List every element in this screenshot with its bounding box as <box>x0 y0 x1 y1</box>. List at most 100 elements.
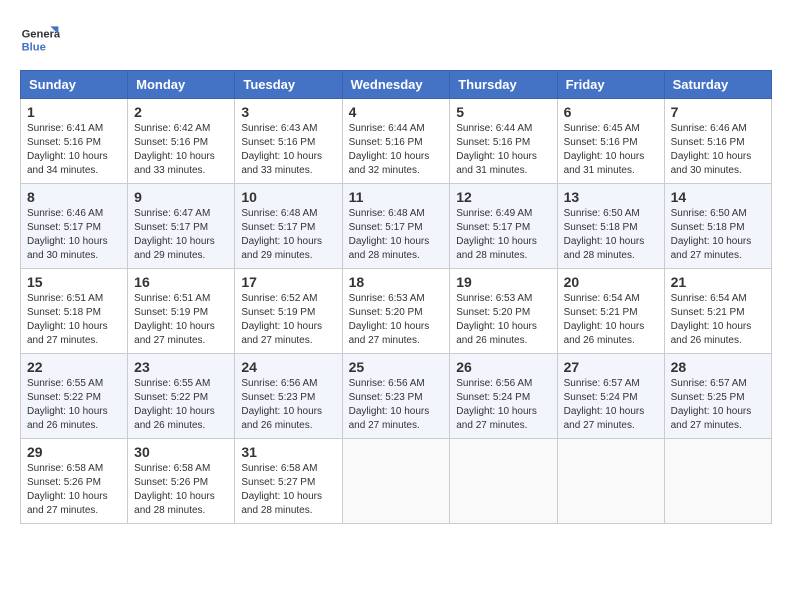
day-number: 31 <box>241 444 335 460</box>
day-number: 14 <box>671 189 765 205</box>
day-info: Sunrise: 6:50 AM Sunset: 5:18 PM Dayligh… <box>671 207 765 263</box>
day-number: 9 <box>134 189 228 205</box>
day-number: 6 <box>564 104 658 120</box>
column-header-saturday: Saturday <box>664 71 771 99</box>
day-info: Sunrise: 6:44 AM Sunset: 5:16 PM Dayligh… <box>456 122 550 178</box>
day-info: Sunrise: 6:47 AM Sunset: 5:17 PM Dayligh… <box>134 207 228 263</box>
calendar-week-row: 29 Sunrise: 6:58 AM Sunset: 5:26 PM Dayli… <box>21 439 772 524</box>
day-number: 17 <box>241 274 335 290</box>
calendar-cell: 19 Sunrise: 6:53 AM Sunset: 5:20 PM Dayli… <box>450 269 557 354</box>
day-info: Sunrise: 6:51 AM Sunset: 5:18 PM Dayligh… <box>27 292 121 348</box>
day-info: Sunrise: 6:43 AM Sunset: 5:16 PM Dayligh… <box>241 122 335 178</box>
day-info: Sunrise: 6:50 AM Sunset: 5:18 PM Dayligh… <box>564 207 658 263</box>
calendar-cell: 21 Sunrise: 6:54 AM Sunset: 5:21 PM Dayli… <box>664 269 771 354</box>
calendar-week-row: 8 Sunrise: 6:46 AM Sunset: 5:17 PM Daylig… <box>21 184 772 269</box>
calendar-cell: 18 Sunrise: 6:53 AM Sunset: 5:20 PM Dayli… <box>342 269 450 354</box>
day-info: Sunrise: 6:52 AM Sunset: 5:19 PM Dayligh… <box>241 292 335 348</box>
day-info: Sunrise: 6:53 AM Sunset: 5:20 PM Dayligh… <box>349 292 444 348</box>
calendar-cell: 16 Sunrise: 6:51 AM Sunset: 5:19 PM Dayli… <box>128 269 235 354</box>
day-number: 3 <box>241 104 335 120</box>
day-info: Sunrise: 6:41 AM Sunset: 5:16 PM Dayligh… <box>27 122 121 178</box>
calendar-cell: 26 Sunrise: 6:56 AM Sunset: 5:24 PM Dayli… <box>450 354 557 439</box>
day-number: 13 <box>564 189 658 205</box>
day-info: Sunrise: 6:44 AM Sunset: 5:16 PM Dayligh… <box>349 122 444 178</box>
calendar-week-row: 15 Sunrise: 6:51 AM Sunset: 5:18 PM Dayli… <box>21 269 772 354</box>
calendar-cell: 4 Sunrise: 6:44 AM Sunset: 5:16 PM Daylig… <box>342 99 450 184</box>
day-number: 16 <box>134 274 228 290</box>
day-info: Sunrise: 6:58 AM Sunset: 5:26 PM Dayligh… <box>134 462 228 518</box>
day-info: Sunrise: 6:55 AM Sunset: 5:22 PM Dayligh… <box>27 377 121 433</box>
day-info: Sunrise: 6:42 AM Sunset: 5:16 PM Dayligh… <box>134 122 228 178</box>
calendar-cell <box>342 439 450 524</box>
column-header-thursday: Thursday <box>450 71 557 99</box>
calendar-cell: 30 Sunrise: 6:58 AM Sunset: 5:26 PM Dayli… <box>128 439 235 524</box>
calendar-cell: 15 Sunrise: 6:51 AM Sunset: 5:18 PM Dayli… <box>21 269 128 354</box>
day-info: Sunrise: 6:54 AM Sunset: 5:21 PM Dayligh… <box>564 292 658 348</box>
day-number: 22 <box>27 359 121 375</box>
day-info: Sunrise: 6:58 AM Sunset: 5:27 PM Dayligh… <box>241 462 335 518</box>
day-info: Sunrise: 6:57 AM Sunset: 5:25 PM Dayligh… <box>671 377 765 433</box>
day-number: 1 <box>27 104 121 120</box>
svg-text:Blue: Blue <box>22 41 46 53</box>
day-number: 7 <box>671 104 765 120</box>
day-info: Sunrise: 6:51 AM Sunset: 5:19 PM Dayligh… <box>134 292 228 348</box>
day-info: Sunrise: 6:57 AM Sunset: 5:24 PM Dayligh… <box>564 377 658 433</box>
day-number: 19 <box>456 274 550 290</box>
calendar-cell: 28 Sunrise: 6:57 AM Sunset: 5:25 PM Dayli… <box>664 354 771 439</box>
day-number: 10 <box>241 189 335 205</box>
calendar-cell: 17 Sunrise: 6:52 AM Sunset: 5:19 PM Dayli… <box>235 269 342 354</box>
calendar-cell: 3 Sunrise: 6:43 AM Sunset: 5:16 PM Daylig… <box>235 99 342 184</box>
calendar-cell: 10 Sunrise: 6:48 AM Sunset: 5:17 PM Dayli… <box>235 184 342 269</box>
calendar-cell: 27Sunrise: 6:57 AM Sunset: 5:24 PM Dayli… <box>557 354 664 439</box>
logo-icon: General Blue <box>20 20 60 60</box>
logo: General Blue <box>20 20 60 60</box>
calendar-cell: 13 Sunrise: 6:50 AM Sunset: 5:18 PM Dayli… <box>557 184 664 269</box>
calendar-cell: 20Sunrise: 6:54 AM Sunset: 5:21 PM Dayli… <box>557 269 664 354</box>
calendar-cell: 8 Sunrise: 6:46 AM Sunset: 5:17 PM Daylig… <box>21 184 128 269</box>
day-number: 21 <box>671 274 765 290</box>
day-number: 15 <box>27 274 121 290</box>
calendar-cell <box>664 439 771 524</box>
day-number: 4 <box>349 104 444 120</box>
day-number: 28 <box>671 359 765 375</box>
calendar-cell <box>450 439 557 524</box>
calendar-cell: 12Sunrise: 6:49 AM Sunset: 5:17 PM Dayli… <box>450 184 557 269</box>
calendar-cell: 2 Sunrise: 6:42 AM Sunset: 5:16 PM Daylig… <box>128 99 235 184</box>
calendar-cell: 29 Sunrise: 6:58 AM Sunset: 5:26 PM Dayli… <box>21 439 128 524</box>
day-info: Sunrise: 6:48 AM Sunset: 5:17 PM Dayligh… <box>349 207 444 263</box>
day-info: Sunrise: 6:48 AM Sunset: 5:17 PM Dayligh… <box>241 207 335 263</box>
day-info: Sunrise: 6:56 AM Sunset: 5:24 PM Dayligh… <box>456 377 550 433</box>
day-info: Sunrise: 6:46 AM Sunset: 5:17 PM Dayligh… <box>27 207 121 263</box>
day-info: Sunrise: 6:53 AM Sunset: 5:20 PM Dayligh… <box>456 292 550 348</box>
day-number: 11 <box>349 189 444 205</box>
calendar-cell: 6Sunrise: 6:45 AM Sunset: 5:16 PM Daylig… <box>557 99 664 184</box>
day-number: 8 <box>27 189 121 205</box>
day-number: 23 <box>134 359 228 375</box>
calendar-cell: 31 Sunrise: 6:58 AM Sunset: 5:27 PM Dayli… <box>235 439 342 524</box>
day-number: 29 <box>27 444 121 460</box>
day-info: Sunrise: 6:49 AM Sunset: 5:17 PM Dayligh… <box>456 207 550 263</box>
day-number: 26 <box>456 359 550 375</box>
calendar-cell: 9 Sunrise: 6:47 AM Sunset: 5:17 PM Daylig… <box>128 184 235 269</box>
day-info: Sunrise: 6:58 AM Sunset: 5:26 PM Dayligh… <box>27 462 121 518</box>
calendar-week-row: 22 Sunrise: 6:55 AM Sunset: 5:22 PM Dayli… <box>21 354 772 439</box>
calendar-cell: 7Sunrise: 6:46 AM Sunset: 5:16 PM Daylig… <box>664 99 771 184</box>
calendar-cell: 1 Sunrise: 6:41 AM Sunset: 5:16 PM Daylig… <box>21 99 128 184</box>
svg-text:General: General <box>22 29 60 41</box>
column-header-monday: Monday <box>128 71 235 99</box>
day-number: 25 <box>349 359 444 375</box>
calendar-cell: 23Sunrise: 6:55 AM Sunset: 5:22 PM Dayli… <box>128 354 235 439</box>
day-number: 18 <box>349 274 444 290</box>
day-info: Sunrise: 6:56 AM Sunset: 5:23 PM Dayligh… <box>241 377 335 433</box>
day-number: 2 <box>134 104 228 120</box>
column-header-sunday: Sunday <box>21 71 128 99</box>
calendar-cell: 5 Sunrise: 6:44 AM Sunset: 5:16 PM Daylig… <box>450 99 557 184</box>
calendar-cell: 11 Sunrise: 6:48 AM Sunset: 5:17 PM Dayli… <box>342 184 450 269</box>
day-number: 30 <box>134 444 228 460</box>
calendar-cell <box>557 439 664 524</box>
day-number: 5 <box>456 104 550 120</box>
day-number: 24 <box>241 359 335 375</box>
day-info: Sunrise: 6:54 AM Sunset: 5:21 PM Dayligh… <box>671 292 765 348</box>
calendar-cell: 24 Sunrise: 6:56 AM Sunset: 5:23 PM Dayli… <box>235 354 342 439</box>
column-header-friday: Friday <box>557 71 664 99</box>
